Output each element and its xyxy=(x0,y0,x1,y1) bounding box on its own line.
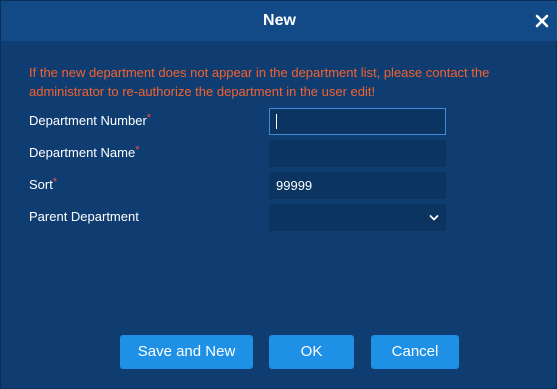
close-icon[interactable] xyxy=(534,13,550,29)
sort-label: Sort* xyxy=(29,176,58,192)
sort-input[interactable] xyxy=(269,172,446,199)
notice-message: If the new department does not appear in… xyxy=(29,65,490,99)
dialog-titlebar: New xyxy=(1,1,557,41)
cancel-button[interactable]: Cancel xyxy=(371,335,459,369)
parent-department-label: Parent Department xyxy=(29,209,139,224)
ok-button[interactable]: OK xyxy=(269,335,354,369)
required-mark: * xyxy=(146,112,152,124)
parent-department-select[interactable] xyxy=(269,204,446,231)
department-name-label-text: Department Name xyxy=(29,145,136,160)
sort-label-text: Sort xyxy=(29,177,53,192)
department-name-input[interactable] xyxy=(269,140,446,167)
new-department-dialog: New If the new department does not appea… xyxy=(0,0,557,389)
save-and-new-button[interactable]: Save and New xyxy=(120,335,253,369)
required-mark: * xyxy=(135,144,140,156)
dialog-title: New xyxy=(263,12,296,29)
text-caret xyxy=(276,114,277,129)
chevron-down-icon[interactable] xyxy=(429,213,439,223)
department-number-input[interactable] xyxy=(269,108,446,135)
department-number-label: Department Number* xyxy=(29,112,152,128)
required-mark: * xyxy=(52,176,58,188)
department-name-label: Department Name* xyxy=(29,144,140,160)
department-number-label-text: Department Number xyxy=(29,113,147,128)
